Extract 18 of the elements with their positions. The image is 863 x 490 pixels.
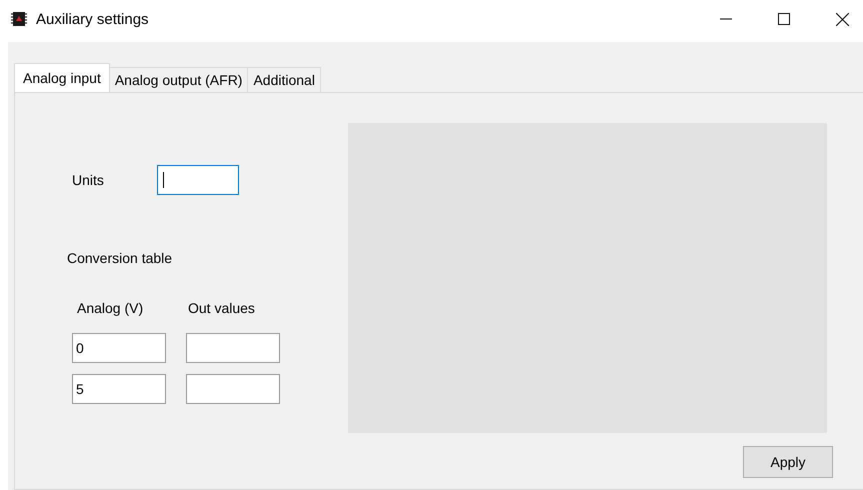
window-title: Auxiliary settings <box>36 10 149 28</box>
out-value-field[interactable] <box>186 333 280 363</box>
column-header: Out values <box>188 300 255 316</box>
out-value-field[interactable] <box>186 374 280 404</box>
tab[interactable]: Additional <box>248 67 321 92</box>
units-label: Units <box>72 172 105 188</box>
units-field[interactable] <box>157 165 239 195</box>
column-header: Analog (V) <box>77 300 144 316</box>
tab[interactable]: Analog output (AFR) <box>110 67 248 92</box>
maximize-icon[interactable] <box>778 13 790 25</box>
app-icon <box>11 12 27 26</box>
section-title: Conversion table <box>67 250 172 266</box>
close-icon[interactable] <box>836 12 849 26</box>
minimize-icon[interactable] <box>720 18 732 20</box>
analog-field[interactable]: 5 <box>72 374 166 404</box>
tab[interactable]: Analog input <box>14 63 110 92</box>
analog-field[interactable]: 0 <box>72 333 166 363</box>
apply-button[interactable]: Apply <box>743 446 833 478</box>
